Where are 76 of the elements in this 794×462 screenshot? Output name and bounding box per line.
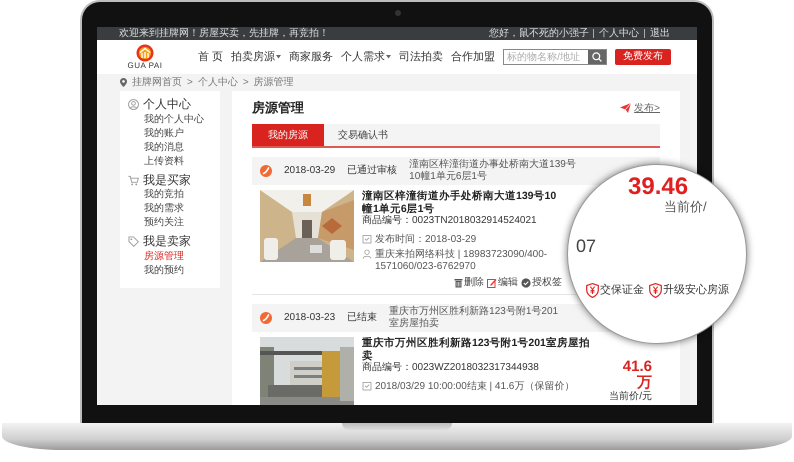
search-icon xyxy=(592,52,602,62)
listing-address: 潼南区梓潼街道办事处桥南大道139号10幢1单元6层1号 xyxy=(409,159,577,183)
nav-link[interactable]: 商家服务 xyxy=(289,50,334,64)
sidebar-item[interactable]: 房源管理 xyxy=(128,250,212,264)
sidebar-item[interactable]: 我的需求 xyxy=(128,202,212,216)
section-title: 我是卖家 xyxy=(143,234,191,250)
status-icon xyxy=(260,312,272,324)
price-label: 当前价/元 xyxy=(608,391,652,404)
action-link[interactable]: 授权签 xyxy=(521,277,562,290)
tag-icon xyxy=(128,236,139,248)
item-code: 商品编号：0023WZ2018032317344938 xyxy=(362,362,540,374)
sidebar-item[interactable]: 我的预约 xyxy=(128,264,212,278)
shield-icon xyxy=(586,283,599,298)
guarantee-label: 升级安心房源 xyxy=(649,283,729,298)
status-icon xyxy=(260,165,272,177)
search-button[interactable] xyxy=(588,50,606,64)
person-icon xyxy=(362,249,372,260)
text-fragment: 07 xyxy=(576,235,596,258)
logo-icon xyxy=(135,44,155,62)
publish-link[interactable]: 发布> xyxy=(620,102,660,114)
greeting-text: 您好，鼠不死的小强子 xyxy=(489,27,590,40)
sidebar-item[interactable]: 我的消息 xyxy=(128,140,212,155)
paper-plane-icon xyxy=(620,103,632,113)
date-info: 发布时间：2018-03-29 xyxy=(375,234,476,246)
listing-title[interactable]: 潼南区梓潼街道办手处桥南大道139号10幢1单元6层1号 xyxy=(362,190,562,216)
page-title: 房源管理 xyxy=(252,100,304,116)
calendar-icon xyxy=(362,381,372,392)
sidebar-item[interactable]: 我的竞拍 xyxy=(128,188,212,202)
calendar-icon xyxy=(362,234,372,244)
trash-icon xyxy=(454,278,463,288)
listing-status: 已通过审核 xyxy=(347,165,398,177)
price-value: 41.6 万 xyxy=(622,359,652,392)
guarantee-label: 交保证金 xyxy=(586,283,644,298)
cart-icon xyxy=(128,174,139,186)
breadcrumb-separator: > xyxy=(242,76,249,89)
sidebar-item[interactable]: 我的账户 xyxy=(128,126,212,141)
date-info: 2018/03/29 10:00:00结束 | 41.6万（保留价） xyxy=(375,381,574,394)
nav-link[interactable]: 合作加盟 xyxy=(451,50,496,64)
listing-status: 已结束 xyxy=(347,312,378,324)
listing-date: 2018-03-29 xyxy=(284,165,336,177)
section-title: 我是买家 xyxy=(143,172,191,188)
contact-info: 重庆来拍网络科技 | 18983723090/400-1571060/023-6762970 xyxy=(375,249,548,274)
breadcrumb-link[interactable]: 挂牌网首页 xyxy=(132,76,182,89)
action-link[interactable]: 编辑 xyxy=(487,277,518,290)
sidebar-item[interactable]: 预约关注 xyxy=(128,216,212,230)
location-pin-icon xyxy=(120,78,127,87)
logo-text: GUA PAI xyxy=(128,62,162,70)
camera-dot xyxy=(395,10,401,16)
listing-address: 重庆市万州区胜利新路123号附1号201室房屋拍卖 xyxy=(389,306,560,330)
price-label: 当前价/ xyxy=(664,199,707,216)
edit-icon xyxy=(487,278,497,288)
search-field[interactable]: 标的物名称/地址 xyxy=(503,49,608,65)
tab[interactable]: 交易确认书 xyxy=(324,124,402,146)
publish-button[interactable]: 免费发布 xyxy=(615,49,672,65)
nav-link[interactable]: 拍卖房源 xyxy=(231,50,282,64)
listing-title[interactable]: 重庆市万州区胜利新路123号附1号201室房屋拍卖 xyxy=(362,337,598,362)
breadcrumb-link[interactable]: 个人中心 xyxy=(198,76,238,89)
top-link[interactable]: 个人中心 xyxy=(593,29,644,38)
top-link[interactable]: 退出 xyxy=(644,29,675,38)
breadcrumb-link[interactable]: 房源管理 xyxy=(254,76,294,89)
check-icon xyxy=(521,278,531,288)
section-title: 个人中心 xyxy=(143,97,191,113)
listing-date: 2018-03-23 xyxy=(284,312,336,324)
sidebar-item[interactable]: 我的个人中心 xyxy=(128,112,212,127)
sidebar-item[interactable]: 上传资料 xyxy=(128,154,212,169)
price-value: 39.46 xyxy=(628,173,688,200)
breadcrumb-separator: > xyxy=(187,76,193,89)
shield-icon xyxy=(649,283,662,298)
action-link[interactable]: 删除 xyxy=(454,277,484,290)
item-code: 商品编号：0023TN2018032914524021 xyxy=(362,215,538,228)
tab[interactable]: 我的房源 xyxy=(252,124,324,146)
nav-link[interactable]: 个人需求 xyxy=(341,50,392,64)
person-icon xyxy=(128,99,139,110)
welcome-text: 欢迎来到挂牌网！房屋买卖，先挂牌，再竞拍！ xyxy=(119,27,329,40)
nav-link[interactable]: 司法拍卖 xyxy=(399,50,444,64)
nav-link[interactable]: 首 页 xyxy=(198,50,224,64)
